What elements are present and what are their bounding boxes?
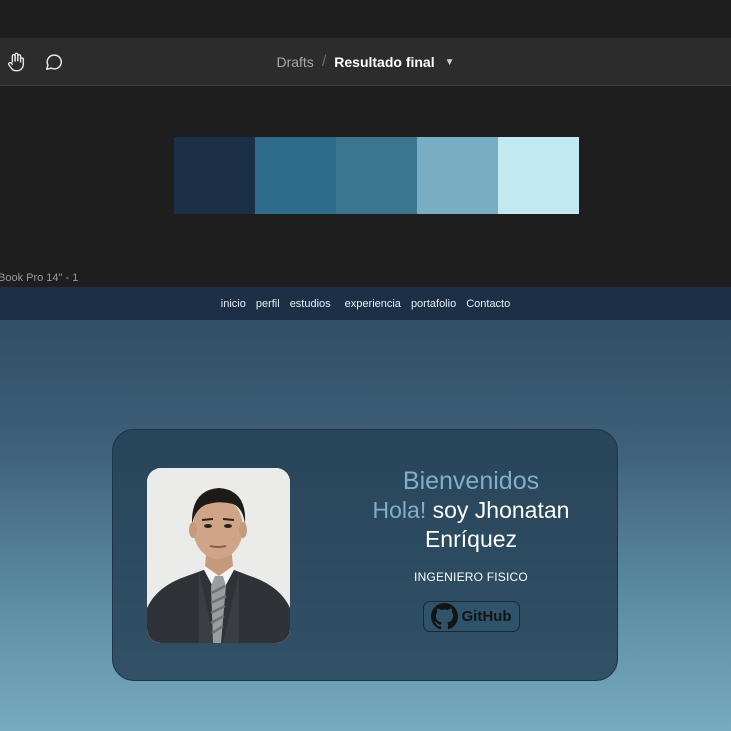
profile-photo	[147, 468, 290, 643]
frame-label[interactable]: Book Pro 14" - 1	[0, 272, 78, 284]
website-frame[interactable]: inicio perfil estudios experiencia porta…	[0, 287, 731, 731]
nav-link-estudios[interactable]: estudios	[290, 298, 331, 310]
hero-greeting: Hola! soy Jhonatan Enríquez	[339, 496, 603, 554]
github-button[interactable]: GitHub	[422, 601, 520, 632]
breadcrumb-drafts-link[interactable]: Drafts	[276, 54, 313, 70]
breadcrumb-separator: /	[321, 53, 327, 70]
hero-text: Bienvenidos Hola! soy Jhonatan Enríquez …	[339, 466, 603, 635]
editor-toolbar: Drafts / Resultado final ▼	[0, 38, 731, 86]
github-button-label: GitHub	[461, 608, 512, 625]
hero-name: soy Jhonatan Enríquez	[424, 497, 570, 552]
design-canvas[interactable]: Book Pro 14" - 1 inicio perfil estudios …	[0, 87, 731, 731]
nav-link-inicio[interactable]: inicio	[221, 298, 246, 310]
palette-swatch[interactable]	[417, 137, 498, 214]
palette-swatch[interactable]	[255, 137, 336, 214]
chevron-down-icon[interactable]: ▼	[445, 57, 455, 68]
breadcrumb: Drafts / Resultado final ▼	[0, 38, 731, 86]
nav-link-portafolio[interactable]: portafolio	[411, 298, 456, 310]
hero-welcome: Bienvenidos	[402, 467, 540, 495]
nav-link-perfil[interactable]: perfil	[256, 298, 280, 310]
palette-swatch[interactable]	[498, 137, 579, 214]
window-top-strip	[0, 0, 731, 38]
site-navbar: inicio perfil estudios experiencia porta…	[0, 287, 731, 320]
nav-link-contacto[interactable]: Contacto	[466, 298, 510, 310]
hero-role: INGENIERO FISICO	[414, 570, 528, 584]
hero-hello: Hola!	[372, 497, 427, 523]
hero-card: Bienvenidos Hola! soy Jhonatan Enríquez …	[112, 429, 618, 681]
file-name[interactable]: Resultado final	[334, 54, 434, 70]
github-icon	[430, 603, 458, 630]
nav-link-experiencia[interactable]: experiencia	[345, 298, 401, 310]
palette-swatch[interactable]	[174, 137, 255, 214]
palette-swatch[interactable]	[336, 137, 417, 214]
color-palette	[174, 137, 579, 214]
